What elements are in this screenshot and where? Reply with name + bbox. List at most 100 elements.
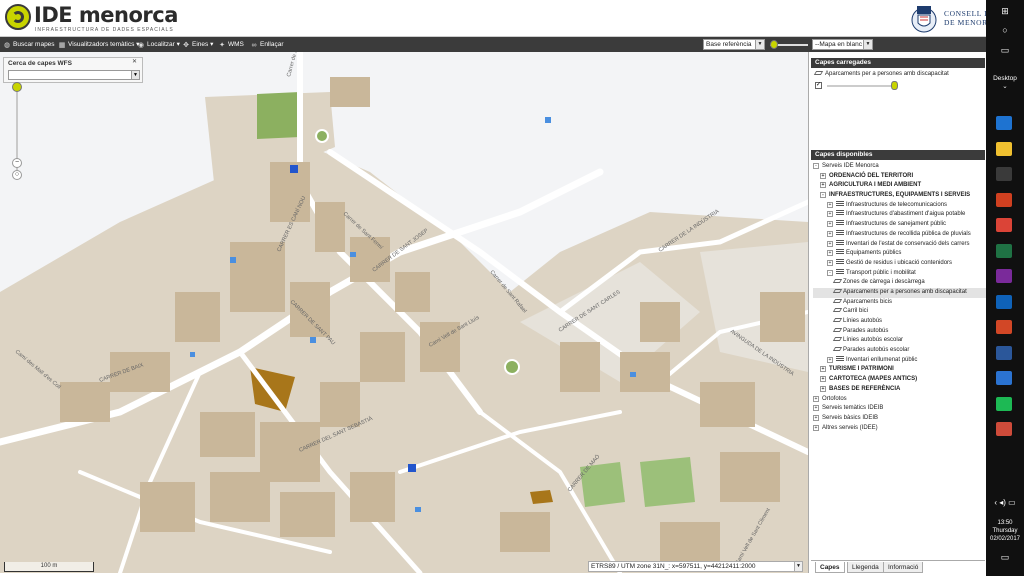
excel-icon[interactable] bbox=[996, 243, 1012, 258]
chevron-down-icon[interactable]: ▼ bbox=[863, 40, 872, 49]
layer-tree-item[interactable]: + Inventari de l'estat de conservació del… bbox=[813, 239, 987, 250]
photos-icon[interactable] bbox=[996, 192, 1012, 207]
available-layers-header[interactable]: Capes disponibles bbox=[811, 150, 985, 160]
map-canvas[interactable]: CARRER DE SANT JOSEP Carrer de Sant Ferm… bbox=[0, 52, 808, 573]
wfs-layer-select[interactable]: ▼ bbox=[8, 70, 140, 80]
notifications-icon[interactable]: ▭ bbox=[986, 552, 1024, 563]
expand-icon[interactable]: + bbox=[827, 240, 833, 247]
word-icon[interactable] bbox=[996, 345, 1012, 360]
system-clock[interactable]: 13:50 Thursday 02/02/2017 bbox=[986, 519, 1024, 543]
spotify-icon[interactable] bbox=[996, 396, 1012, 411]
expand-icon[interactable]: + bbox=[813, 414, 819, 421]
tray-icons[interactable]: ‹ ◂) ▭ bbox=[986, 498, 1024, 507]
layer-tree-item[interactable]: + CARTOTECA (MAPES ANTICS) bbox=[813, 375, 987, 385]
layer-tree-item[interactable]: + Equipaments públics bbox=[813, 249, 987, 259]
onenote-icon[interactable] bbox=[996, 269, 1012, 283]
layer-tree-item[interactable]: + TURISME I PATRIMONI bbox=[813, 365, 987, 375]
layer-tree-item[interactable]: - Serveis IDE Menorca bbox=[813, 162, 987, 172]
layer-visibility-checkbox[interactable]: ✓ bbox=[815, 82, 822, 89]
base-layer-select[interactable]: Base referència ▼ bbox=[703, 39, 765, 50]
expand-icon[interactable]: + bbox=[813, 395, 819, 402]
expand-icon[interactable]: + bbox=[827, 230, 833, 237]
collapse-icon[interactable]: - bbox=[827, 269, 833, 276]
powerpoint-icon[interactable] bbox=[996, 320, 1012, 334]
layer-tree-item[interactable]: + Infraestructures de telecomunicacions bbox=[813, 200, 987, 211]
collapse-icon[interactable]: - bbox=[820, 192, 826, 199]
overlay-select[interactable]: --Mapa en blanc ▼ bbox=[812, 39, 873, 50]
chrome-active-icon[interactable] bbox=[996, 422, 1012, 436]
file-explorer-icon[interactable] bbox=[996, 141, 1012, 156]
base-opacity-handle[interactable] bbox=[769, 40, 778, 49]
chevron-down-icon[interactable]: ▼ bbox=[131, 71, 139, 79]
zoom-handle[interactable] bbox=[12, 82, 22, 92]
layer-tree-item[interactable]: + Altres serveis (IDEE) bbox=[813, 424, 987, 434]
expand-icon[interactable]: + bbox=[827, 356, 833, 363]
layer-tree-item[interactable]: Aparcaments bicis bbox=[813, 298, 987, 308]
layer-tree-item[interactable]: Parades autobús escolar bbox=[813, 346, 987, 356]
edge-icon[interactable] bbox=[996, 116, 1012, 130]
desktop-label[interactable]: Desktop ⌄ bbox=[986, 75, 1024, 90]
expand-icon[interactable]: + bbox=[827, 250, 833, 257]
layer-tree-item[interactable]: + BASES DE REFERÈNCIA bbox=[813, 385, 987, 395]
loaded-layer-item[interactable]: Aparcaments per a persones amb discapaci… bbox=[813, 71, 949, 77]
expand-icon[interactable]: + bbox=[820, 182, 826, 189]
expand-icon[interactable]: + bbox=[827, 221, 833, 228]
layer-tree-item[interactable]: - INFRAESTRUCTURES, EQUIPAMENTS I SERVEIS bbox=[813, 191, 987, 201]
layer-tree-item[interactable]: - Transport públic i mobilitat bbox=[813, 268, 987, 279]
layer-tree-item[interactable]: Línies autobús escolar bbox=[813, 336, 987, 346]
coordinates-readout[interactable]: ETRS89 / UTM zone 31N_: x=597511, y=4421… bbox=[588, 561, 803, 572]
visualitzadors-button[interactable]: ▦ Visualitzadors temàtics ▾ bbox=[58, 39, 140, 50]
expand-icon[interactable]: + bbox=[820, 366, 826, 373]
layer-tree-item[interactable]: Línies autobús bbox=[813, 317, 987, 327]
layer-tree-item[interactable]: Parades autobús bbox=[813, 327, 987, 337]
layer-tree-item[interactable]: + ORDENACIÓ DEL TERRITORI bbox=[813, 172, 987, 182]
collapse-icon[interactable]: - bbox=[813, 163, 819, 169]
layer-tree-item[interactable]: + Ortofotos bbox=[813, 395, 987, 405]
layer-tree-item[interactable]: + AGRICULTURA I MEDI AMBIENT bbox=[813, 181, 987, 191]
expand-icon[interactable]: + bbox=[827, 259, 833, 266]
layer-tree-item[interactable]: + Serveis temàtics IDEIB bbox=[813, 404, 987, 414]
cortana-icon[interactable]: ○ bbox=[986, 25, 1024, 35]
loaded-layers-header[interactable]: Capes carregades bbox=[811, 58, 985, 68]
buscar-mapes-button[interactable]: ◍ Buscar mapes bbox=[3, 39, 55, 50]
map-drawing[interactable]: CARRER DE SANT JOSEP Carrer de Sant Ferm… bbox=[0, 52, 808, 573]
layer-tree-item[interactable]: + Gestió de residus i ubicació contenidor… bbox=[813, 258, 987, 269]
tab-informacio[interactable]: Informació bbox=[883, 562, 924, 573]
task-view-icon[interactable]: ▭ bbox=[986, 45, 1024, 56]
expand-icon[interactable]: + bbox=[813, 405, 819, 412]
expand-icon[interactable]: + bbox=[827, 201, 833, 208]
store-download-icon[interactable] bbox=[996, 371, 1012, 385]
wms-button[interactable]: ✦ WMS bbox=[218, 39, 244, 50]
expand-icon[interactable]: + bbox=[827, 211, 833, 218]
layer-opacity-slider[interactable] bbox=[827, 85, 897, 87]
localitzar-button[interactable]: ◉ Localitzar ▾ bbox=[137, 39, 180, 50]
chrome-icon[interactable] bbox=[996, 218, 1012, 232]
layer-tree-item[interactable]: + Serveis bàsics IDEIB bbox=[813, 414, 987, 424]
chevron-down-icon[interactable]: ▼ bbox=[794, 562, 802, 571]
eines-button[interactable]: ✥ Eines ▾ bbox=[182, 39, 213, 50]
enllacar-button[interactable]: ∞ Enllaçar bbox=[250, 39, 284, 50]
outlook-icon[interactable] bbox=[996, 294, 1012, 309]
windows-start-icon[interactable]: ⊞ bbox=[986, 6, 1024, 17]
expand-icon[interactable]: + bbox=[813, 424, 819, 431]
chevron-down-icon[interactable]: ▼ bbox=[755, 40, 764, 49]
layer-tree-item[interactable]: + Infraestructures de recollida pública d… bbox=[813, 229, 987, 240]
store-icon[interactable] bbox=[996, 167, 1012, 181]
ide-logo-icon[interactable] bbox=[5, 4, 31, 30]
tab-capes[interactable]: Capes bbox=[815, 562, 845, 573]
layer-tree-item[interactable]: Zones de càrrega i descàrrega bbox=[813, 278, 987, 288]
close-icon[interactable]: ✕ bbox=[132, 59, 139, 66]
layer-tree-item[interactable]: + Inventari enllumenat públic bbox=[813, 355, 987, 366]
zoom-out-button[interactable]: − bbox=[12, 158, 22, 168]
expand-icon[interactable]: + bbox=[820, 376, 826, 383]
zoom-home-button[interactable]: ○ bbox=[12, 170, 22, 180]
layer-tree-item[interactable]: Aparcaments per a persones amb discapaci… bbox=[813, 287, 987, 298]
expand-icon[interactable]: + bbox=[820, 385, 826, 392]
brand-title[interactable]: IDE menorca bbox=[34, 3, 178, 27]
layer-tree-item[interactable]: + Infraestructures de sanejament públic bbox=[813, 220, 987, 230]
layer-opacity-handle[interactable] bbox=[890, 81, 898, 90]
tab-llegenda[interactable]: Llegenda bbox=[847, 562, 884, 573]
expand-icon[interactable]: + bbox=[820, 172, 826, 179]
layer-tree-item[interactable]: + Infraestructures d'abastiment d'aigua p… bbox=[813, 210, 987, 220]
layer-tree-item[interactable]: Carril bici bbox=[813, 307, 987, 317]
